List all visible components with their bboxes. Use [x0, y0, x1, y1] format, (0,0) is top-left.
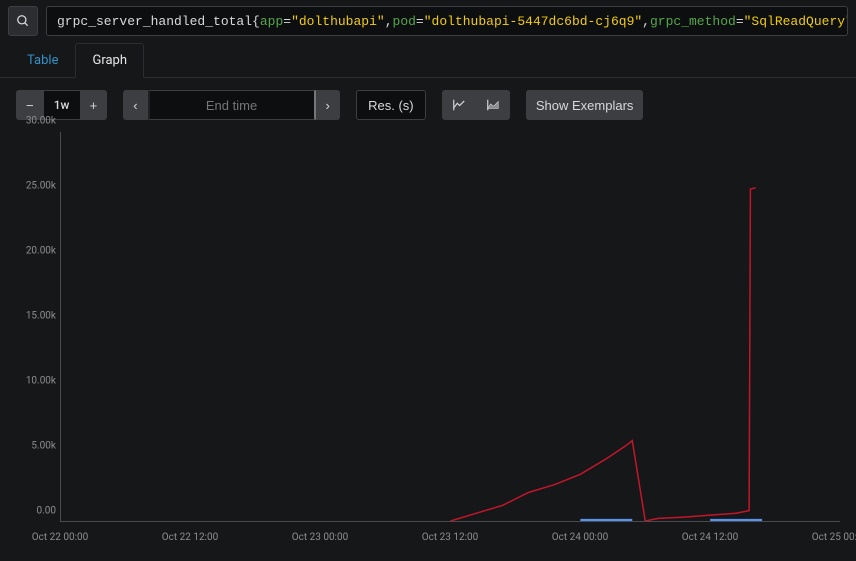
y-axis: 0.005.00k10.00k15.00k20.00k25.00k30.00k	[16, 132, 60, 522]
range-increase-button[interactable]: +	[80, 90, 108, 120]
plot-area[interactable]	[60, 132, 840, 522]
x-tick-label: Oct 23 00:00	[292, 532, 349, 543]
y-tick-label: 25.00k	[26, 181, 56, 192]
line-chart-button[interactable]	[442, 90, 476, 120]
chart-svg	[61, 132, 840, 521]
graph-toolbar: − 1w + ‹ › Res. (s) Show Exemplars	[0, 78, 856, 132]
x-tick-label: Oct 24 00:00	[552, 532, 609, 543]
resolution-button[interactable]: Res. (s)	[356, 90, 426, 120]
show-exemplars-button[interactable]: Show Exemplars	[526, 90, 644, 120]
x-tick-label: Oct 24 12:00	[682, 532, 739, 543]
view-tabs: Table Graph	[0, 42, 856, 78]
query-metric: grpc_server_handled_total	[57, 14, 252, 29]
end-time-input[interactable]	[148, 90, 316, 120]
end-time-group: ‹ ›	[123, 90, 340, 120]
y-tick-label: 5.00k	[31, 441, 56, 452]
x-axis: Oct 22 00:00Oct 22 12:00Oct 23 00:00Oct …	[60, 526, 840, 552]
y-tick-label: 30.00k	[26, 116, 56, 127]
y-tick-label: 20.00k	[26, 246, 56, 257]
series-red	[451, 188, 756, 521]
line-chart-icon	[452, 98, 466, 112]
chart-panel: 0.005.00k10.00k15.00k20.00k25.00k30.00k …	[16, 132, 840, 552]
y-tick-label: 15.00k	[26, 311, 56, 322]
query-bar: grpc_server_handled_total{app="dolthubap…	[0, 0, 856, 42]
y-tick-label: 10.00k	[26, 376, 56, 387]
stacked-chart-button[interactable]	[476, 90, 510, 120]
x-tick-label: Oct 22 00:00	[32, 532, 89, 543]
area-chart-icon	[486, 98, 500, 112]
search-icon	[16, 14, 30, 28]
tab-graph[interactable]: Graph	[75, 43, 144, 78]
time-prev-button[interactable]: ‹	[123, 90, 147, 120]
x-tick-label: Oct 25 00:00	[812, 532, 856, 543]
expression-input[interactable]: grpc_server_handled_total{app="dolthubap…	[46, 6, 848, 36]
time-next-button[interactable]: ›	[316, 90, 340, 120]
x-tick-label: Oct 22 12:00	[162, 532, 219, 543]
chart-mode-group	[442, 90, 510, 120]
x-tick-label: Oct 23 12:00	[422, 532, 479, 543]
tab-table[interactable]: Table	[10, 43, 75, 78]
y-tick-label: 0.00	[37, 506, 57, 517]
execute-query-button[interactable]	[8, 6, 38, 36]
